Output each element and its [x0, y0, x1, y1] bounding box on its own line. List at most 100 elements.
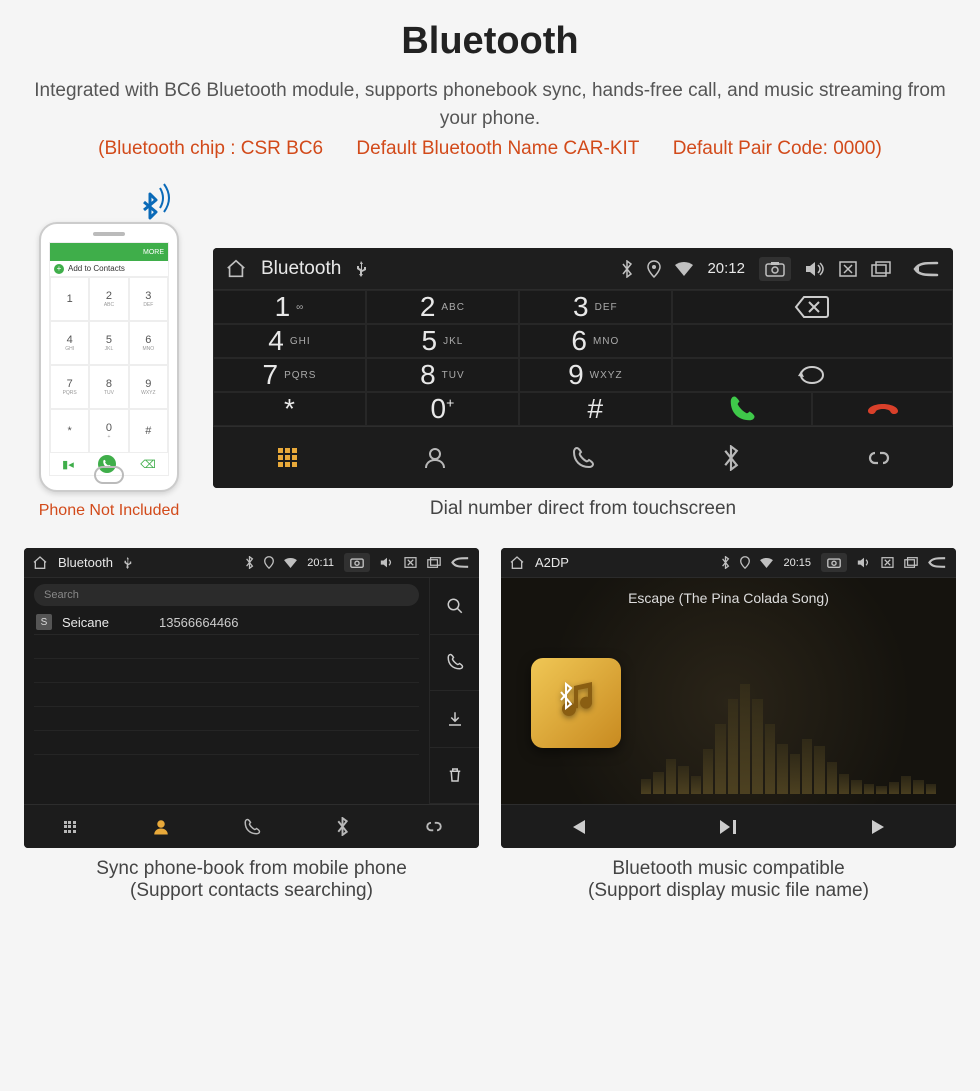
dialer-key[interactable]: 8TUV	[366, 358, 519, 392]
close-icon[interactable]	[404, 557, 417, 568]
redial-button[interactable]	[672, 358, 953, 392]
recent-apps-icon[interactable]	[904, 557, 918, 568]
page-subtitle: Integrated with BC6 Bluetooth module, su…	[24, 77, 956, 132]
tab-calllog[interactable]	[509, 427, 657, 488]
dialer-key[interactable]: 4GHI	[213, 324, 366, 358]
tab-keypad[interactable]	[213, 427, 361, 488]
wifi-icon	[675, 262, 693, 276]
contact-badge: S	[36, 614, 52, 630]
dialer-key[interactable]: *	[213, 392, 366, 426]
dialer-key[interactable]: 0+	[366, 392, 519, 426]
bluetooth-icon	[245, 556, 254, 569]
location-icon	[647, 260, 661, 278]
phone-key: 1	[50, 277, 89, 321]
phone-key: 5JKL	[89, 321, 128, 365]
back-icon[interactable]	[913, 260, 941, 278]
wifi-icon	[284, 558, 297, 568]
statusbar-title: Bluetooth	[261, 258, 341, 280]
tab-bluetooth[interactable]	[297, 805, 388, 848]
phone-key: *	[50, 409, 89, 453]
volume-icon[interactable]	[857, 557, 871, 568]
bluetooth-icon	[621, 260, 633, 278]
phone-add-label: Add to Contacts	[68, 264, 125, 273]
spec-code: Default Pair Code: 0000)	[673, 138, 882, 159]
volume-icon[interactable]	[380, 557, 394, 568]
dialer-key[interactable]: 2ABC	[366, 290, 519, 324]
dialer-key[interactable]: 3DEF	[519, 290, 672, 324]
contacts-screen: Bluetooth 20:11 Search	[24, 548, 479, 848]
statusbar-title: A2DP	[535, 555, 569, 570]
phone-video-icon: ▮◂	[62, 458, 74, 471]
empty-cell	[672, 324, 953, 358]
dialer-key[interactable]: #	[519, 392, 672, 426]
statusbar: Bluetooth 20:11	[24, 548, 479, 578]
bluetooth-icon	[721, 556, 730, 569]
phone-key: 2ABC	[89, 277, 128, 321]
statusbar-time: 20:15	[783, 557, 811, 569]
music-caption: Bluetooth music compatible (Support disp…	[588, 858, 869, 902]
phone-key: #	[129, 409, 168, 453]
call-button[interactable]	[672, 392, 813, 426]
phone-key: 8TUV	[89, 365, 128, 409]
phone-key: 7PQRS	[50, 365, 89, 409]
tab-calllog[interactable]	[206, 805, 297, 848]
dialer-key[interactable]: 9WXYZ	[519, 358, 672, 392]
contact-name: Seicane	[62, 615, 109, 630]
tab-bluetooth[interactable]	[657, 427, 805, 488]
usb-icon	[123, 557, 132, 569]
statusbar-time: 20:12	[707, 260, 745, 277]
usb-icon	[355, 261, 367, 277]
phone-key: 6MNO	[129, 321, 168, 365]
sample-phone: MORE + Add to Contacts 12ABC3DEF4GHI5JKL…	[39, 222, 179, 492]
spec-name: Default Bluetooth Name CAR-KIT	[356, 138, 639, 159]
bluetooth-specs: (Bluetooth chip : CSR BC6 Default Blueto…	[24, 138, 956, 160]
home-icon[interactable]	[509, 555, 525, 571]
phone-key: 3DEF	[129, 277, 168, 321]
statusbar: A2DP 20:15	[501, 548, 956, 578]
back-icon[interactable]	[451, 556, 471, 569]
phone-key: 4GHI	[50, 321, 89, 365]
list-item	[34, 687, 419, 707]
close-icon[interactable]	[839, 261, 857, 277]
side-call-icon[interactable]	[429, 635, 479, 692]
tab-contacts[interactable]	[115, 805, 206, 848]
dialer-caption: Dial number direct from touchscreen	[430, 498, 736, 520]
dialer-screen: Bluetooth 20:12	[213, 248, 953, 488]
volume-icon[interactable]	[805, 261, 825, 277]
home-icon[interactable]	[32, 555, 48, 571]
hangup-button[interactable]	[812, 392, 953, 426]
side-download-icon[interactable]	[429, 691, 479, 748]
list-item	[34, 711, 419, 731]
dialer-key[interactable]: 1∞	[213, 290, 366, 324]
side-delete-icon[interactable]	[429, 748, 479, 805]
backspace-button[interactable]	[672, 290, 953, 324]
home-icon[interactable]	[225, 258, 247, 280]
recent-apps-icon[interactable]	[871, 261, 891, 277]
screenshot-icon[interactable]	[759, 257, 791, 281]
dialer-key[interactable]: 7PQRS	[213, 358, 366, 392]
phone-topbar: MORE	[50, 243, 168, 261]
statusbar-time: 20:11	[307, 557, 334, 569]
play-pause-button[interactable]	[653, 805, 805, 848]
screenshot-icon[interactable]	[344, 553, 370, 572]
screenshot-icon[interactable]	[821, 553, 847, 572]
dialer-key[interactable]: 6MNO	[519, 324, 672, 358]
wifi-icon	[760, 558, 773, 568]
statusbar: Bluetooth 20:12	[213, 248, 953, 290]
contact-row[interactable]: S Seicane 13566664466	[34, 610, 419, 635]
tab-contacts[interactable]	[361, 427, 509, 488]
tab-pair[interactable]	[805, 427, 953, 488]
tab-keypad[interactable]	[24, 805, 115, 848]
side-search-icon[interactable]	[429, 578, 479, 635]
close-icon[interactable]	[881, 557, 894, 568]
recent-apps-icon[interactable]	[427, 557, 441, 568]
search-input[interactable]: Search	[34, 584, 419, 606]
music-screen: A2DP 20:15 Escape (The Pina Colada Song)	[501, 548, 956, 848]
back-icon[interactable]	[928, 556, 948, 569]
tab-pair[interactable]	[388, 805, 479, 848]
next-track-button[interactable]	[804, 805, 956, 848]
prev-track-button[interactable]	[501, 805, 653, 848]
list-item	[34, 663, 419, 683]
phone-backspace-icon: ⌫	[140, 458, 156, 471]
dialer-key[interactable]: 5JKL	[366, 324, 519, 358]
